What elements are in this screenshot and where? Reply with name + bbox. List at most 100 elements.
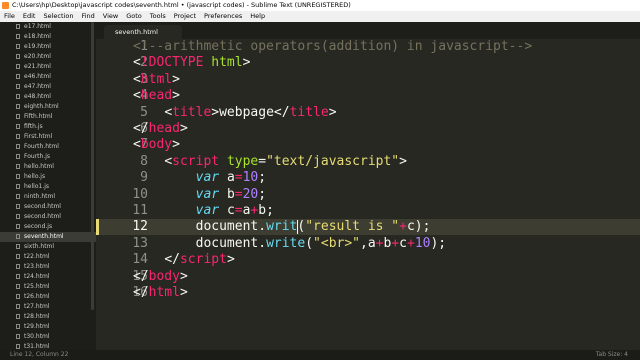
- sidebar-file-item[interactable]: t25.html: [0, 282, 96, 292]
- menu-view[interactable]: View: [99, 11, 122, 22]
- code-line-3[interactable]: 3 <html>: [96, 72, 640, 88]
- file-icon: [16, 134, 20, 139]
- sidebar-file-item[interactable]: sixth.html: [0, 242, 96, 252]
- file-icon: [16, 104, 20, 109]
- file-name: t26.html: [24, 293, 50, 300]
- code-line-1[interactable]: 1 <!--arithmetic operators(addition) in j…: [96, 39, 640, 55]
- body-close-tag: body: [148, 268, 180, 284]
- file-sidebar: e17.html e18.html e19.html e20.html e21.html…: [0, 22, 96, 350]
- sidebar-file-item[interactable]: t22.html: [0, 252, 96, 262]
- file-name: t24.html: [24, 273, 50, 280]
- file-name: e47.html: [24, 83, 51, 90]
- file-name: fifth.js: [24, 123, 43, 130]
- code-line-16[interactable]: 16 </html>: [96, 285, 640, 301]
- sidebar-file-item[interactable]: Fourth.html: [0, 142, 96, 152]
- sidebar-file-item[interactable]: hello.html: [0, 162, 96, 172]
- file-icon: [16, 214, 20, 219]
- code-line-4[interactable]: 4 <head>: [96, 88, 640, 104]
- sidebar-file-item[interactable]: e46.html: [0, 72, 96, 82]
- sidebar-file-item[interactable]: e47.html: [0, 82, 96, 92]
- menu-tools[interactable]: Tools: [146, 11, 170, 22]
- sidebar-file-item[interactable]: fifth.js: [0, 122, 96, 132]
- doctype-token: !DOCTYPE: [140, 55, 204, 71]
- file-icon: [16, 314, 20, 319]
- sidebar-file-item[interactable]: hello.js: [0, 172, 96, 182]
- sidebar-file-item[interactable]: t26.html: [0, 292, 96, 302]
- code-line-10[interactable]: 10 var b=20;: [96, 187, 640, 203]
- file-icon: [16, 94, 20, 99]
- file-name: e46.html: [24, 73, 51, 80]
- menu-find[interactable]: Find: [77, 11, 98, 22]
- file-icon: [16, 124, 20, 129]
- file-icon: [16, 174, 20, 179]
- script-tag: script: [172, 153, 220, 169]
- html-tag: html: [140, 71, 173, 87]
- file-name: Fourth.js: [24, 153, 51, 160]
- sidebar-file-item[interactable]: t23.html: [0, 262, 96, 272]
- code-line-14[interactable]: 14 </script>: [96, 252, 640, 268]
- file-name: e18.html: [24, 33, 51, 40]
- sidebar-file-item[interactable]: Fourth.js: [0, 152, 96, 162]
- file-name: e20.html: [24, 53, 51, 60]
- var-keyword: var: [195, 203, 220, 218]
- file-icon: [16, 144, 20, 149]
- file-name: seventh.html: [24, 233, 64, 240]
- sidebar-file-item[interactable]: ninth.html: [0, 192, 96, 202]
- tab-size-indicator[interactable]: Tab Size: 4: [596, 350, 628, 360]
- sidebar-file-item[interactable]: t30.html: [0, 332, 96, 342]
- file-name: ninth.html: [24, 193, 56, 200]
- menu-file[interactable]: File: [0, 11, 19, 22]
- code-line-12-current[interactable]: 12 document.writ ("result is "+c);: [96, 219, 640, 236]
- code-line-6[interactable]: 6 </head>: [96, 121, 640, 137]
- sidebar-file-item[interactable]: Fifth.html: [0, 112, 96, 122]
- code-editor[interactable]: 1 <!--arithmetic operators(addition) in j…: [96, 39, 640, 350]
- sidebar-file-item[interactable]: e20.html: [0, 52, 96, 62]
- window-title: C:\Users\hp\Desktop\javascript codes\sev…: [12, 1, 351, 9]
- tab-bar: seventh.html: [96, 22, 640, 39]
- sidebar-file-item[interactable]: e21.html: [0, 62, 96, 72]
- code-line-8[interactable]: 8 <script type="text/javascript">: [96, 154, 640, 170]
- code-line-13[interactable]: 13 document.write("<br>",a+b+c+10);: [96, 236, 640, 252]
- sidebar-file-item[interactable]: t31.html: [0, 342, 96, 350]
- file-name: second.html: [24, 213, 61, 220]
- tab-seventh-html[interactable]: seventh.html: [104, 25, 182, 39]
- code-line-2[interactable]: 2 <!DOCTYPE html>: [96, 55, 640, 71]
- sidebar-file-item[interactable]: hello1.js: [0, 182, 96, 192]
- menu-edit[interactable]: Edit: [19, 11, 40, 22]
- sidebar-file-item[interactable]: t29.html: [0, 322, 96, 332]
- sidebar-scrollbar[interactable]: [91, 22, 94, 310]
- sidebar-file-item[interactable]: e17.html: [0, 22, 96, 32]
- head-tag: head: [140, 88, 173, 104]
- sidebar-file-item[interactable]: e48.html: [0, 92, 96, 102]
- menu-project[interactable]: Project: [170, 11, 200, 22]
- code-line-11[interactable]: 11 var c=a+b;: [96, 203, 640, 219]
- sidebar-file-item[interactable]: First.html: [0, 132, 96, 142]
- menu-selection[interactable]: Selection: [39, 11, 77, 22]
- sidebar-file-item[interactable]: t27.html: [0, 302, 96, 312]
- sidebar-file-item[interactable]: t28.html: [0, 312, 96, 322]
- sidebar-file-item[interactable]: second.html: [0, 202, 96, 212]
- file-icon: [16, 334, 20, 339]
- menu-help[interactable]: Help: [246, 11, 269, 22]
- file-name: Fifth.html: [24, 113, 53, 120]
- window-titlebar: C:\Users\hp\Desktop\javascript codes\sev…: [0, 0, 640, 11]
- file-icon: [16, 224, 20, 229]
- sidebar-file-item[interactable]: e18.html: [0, 32, 96, 42]
- sidebar-file-item[interactable]: seventh.html: [0, 232, 96, 242]
- sidebar-file-item[interactable]: second.js: [0, 222, 96, 232]
- sidebar-file-item[interactable]: second.html: [0, 212, 96, 222]
- code-line-5[interactable]: 5 <title>webpage</title>: [96, 105, 640, 121]
- title-text: webpage: [219, 104, 274, 120]
- file-icon: [16, 34, 20, 39]
- sidebar-file-item[interactable]: t24.html: [0, 272, 96, 282]
- sidebar-file-item[interactable]: e19.html: [0, 42, 96, 52]
- file-icon: [16, 114, 20, 119]
- sidebar-file-item[interactable]: eighth.html: [0, 102, 96, 112]
- menu-goto[interactable]: Goto: [122, 11, 146, 22]
- code-line-15[interactable]: 15 </body>: [96, 269, 640, 285]
- code-line-7[interactable]: 7 <body>: [96, 137, 640, 153]
- var-keyword: var: [195, 170, 220, 186]
- file-icon: [16, 24, 20, 29]
- menu-preferences[interactable]: Preferences: [200, 11, 246, 22]
- code-line-9[interactable]: 9 var a=10;: [96, 170, 640, 186]
